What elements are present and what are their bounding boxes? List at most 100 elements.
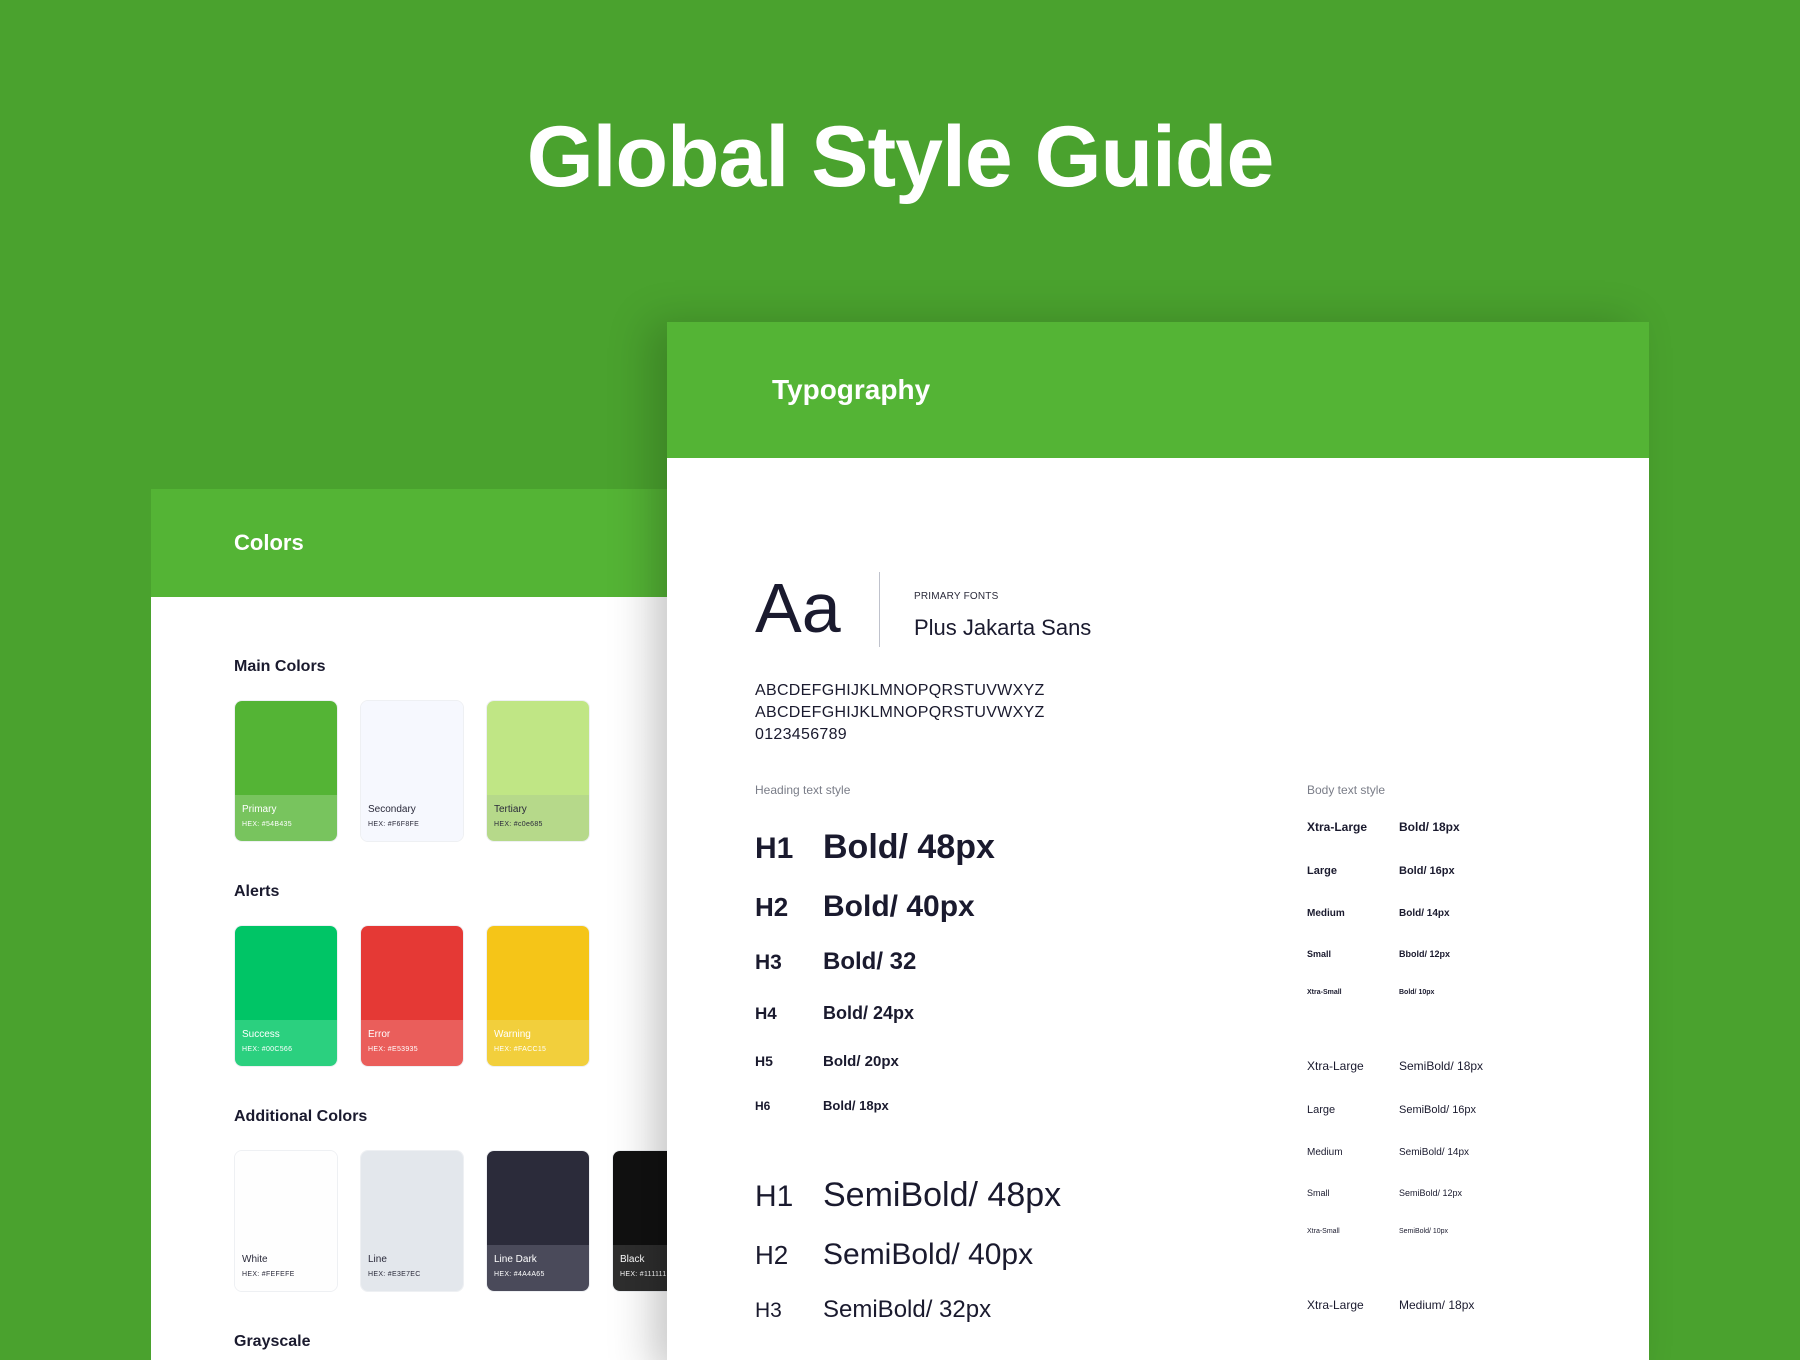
body-style-row: Medium Bold/ 14px <box>1307 908 1450 919</box>
color-swatch-secondary[interactable]: Secondary HEX: #F6F8FE <box>360 700 464 842</box>
body-style-row: Xtra-Large SemiBold/ 18px <box>1307 1059 1483 1073</box>
swatch-hex: HEX: #E53935 <box>368 1046 418 1053</box>
heading-tag: H3 <box>755 951 782 974</box>
body-style-row: Xtra-Small SemiBold/ 10px <box>1307 1228 1448 1235</box>
body-size-name: Xtra-Large <box>1307 1298 1364 1312</box>
color-swatch-success[interactable]: Success HEX: #00C566 <box>234 925 338 1067</box>
primary-font-name: Plus Jakarta Sans <box>914 615 1092 640</box>
body-style-label: Body text style <box>1307 783 1386 797</box>
primary-fonts-label: PRIMARY FONTS <box>914 591 999 602</box>
heading-tag: H1 <box>755 1180 794 1213</box>
body-size-name: Xtra-Small <box>1307 989 1342 996</box>
color-swatch-primary[interactable]: Primary HEX: #54B435 <box>234 700 338 842</box>
section-title: Grayscale <box>234 1333 311 1350</box>
page-title: Global Style Guide <box>526 109 1275 205</box>
swatch-footer: Success HEX: #00C566 <box>235 1020 337 1066</box>
swatch-fill <box>235 1151 337 1247</box>
swatch-footer: White HEX: #FEFEFE <box>235 1245 337 1291</box>
swatch-fill <box>235 701 337 797</box>
swatch-fill <box>361 1151 463 1247</box>
swatch-footer: Secondary HEX: #F6F8FE <box>361 795 463 841</box>
body-size-name: Xtra-Large <box>1307 1059 1364 1073</box>
heading-tag: H3 <box>755 1299 782 1322</box>
font-sample: Aa <box>755 569 841 647</box>
body-spec: SemiBold/ 12px <box>1399 1188 1463 1198</box>
color-swatch-error[interactable]: Error HEX: #E53935 <box>360 925 464 1067</box>
heading-tag: H4 <box>755 1004 777 1023</box>
charset-line: 0123456789 <box>755 726 847 743</box>
swatch-fill <box>487 926 589 1022</box>
swatch-footer: Primary HEX: #54B435 <box>235 795 337 841</box>
color-swatch-line-dark[interactable]: Line Dark HEX: #4A4A65 <box>486 1150 590 1292</box>
swatch-fill <box>235 926 337 1022</box>
body-style-row: Xtra-Large Bold/ 18px <box>1307 820 1460 834</box>
body-spec: Medium/ 18px <box>1399 1298 1475 1312</box>
heading-spec: SemiBold/ 48px <box>823 1176 1062 1214</box>
heading-style-row: H2 Bold/ 40px <box>755 890 975 924</box>
section-title: Additional Colors <box>234 1108 368 1125</box>
heading-spec: SemiBold/ 40px <box>823 1238 1034 1271</box>
color-swatch-white[interactable]: White HEX: #FEFEFE <box>234 1150 338 1292</box>
color-swatch-line[interactable]: Line HEX: #E3E7EC <box>360 1150 464 1292</box>
body-spec: SemiBold/ 10px <box>1399 1228 1449 1235</box>
swatch-name: Line Dark <box>494 1254 537 1265</box>
typography-card: Typography Aa PRIMARY FONTS Plus Jakarta… <box>667 322 1649 1360</box>
body-size-name: Small <box>1307 1188 1330 1198</box>
swatch-row: Primary HEX: #54B435 Secondary HEX: #F6F8FE… <box>234 700 590 842</box>
heading-style-row: H3 Bold/ 32 <box>755 948 916 976</box>
heading-style-row: H5 Bold/ 20px <box>755 1053 899 1070</box>
swatch-footer: Tertiary HEX: #c0e685 <box>487 795 589 841</box>
heading-style-row: H3 SemiBold/ 32px <box>755 1296 991 1324</box>
body-size-name: Medium <box>1307 908 1345 919</box>
body-spec: SemiBold/ 16px <box>1399 1104 1477 1116</box>
body-spec: Bold/ 14px <box>1399 908 1450 919</box>
heading-tag: H5 <box>755 1053 773 1069</box>
swatch-name: Error <box>368 1029 391 1040</box>
heading-spec: Bold/ 48px <box>823 828 995 866</box>
color-swatch-warning[interactable]: Warning HEX: #FACC15 <box>486 925 590 1067</box>
swatch-name: Warning <box>494 1029 531 1040</box>
font-divider <box>879 572 880 647</box>
heading-style-row: H6 Bold/ 18px <box>755 1098 889 1113</box>
heading-spec: Bold/ 20px <box>823 1053 899 1070</box>
heading-tag: H2 <box>755 892 789 922</box>
body-size-name: Xtra-Large <box>1307 820 1368 834</box>
body-spec: SemiBold/ 18px <box>1399 1059 1484 1073</box>
body-style-row: Small Bbold/ 12px <box>1307 949 1450 959</box>
heading-spec: Bold/ 24px <box>823 1003 915 1023</box>
color-swatch-tertiary[interactable]: Tertiary HEX: #c0e685 <box>486 700 590 842</box>
swatch-hex: HEX: #E3E7EC <box>368 1271 421 1278</box>
body-style-row: Large SemiBold/ 16px <box>1307 1104 1476 1116</box>
body-style-row: Xtra-Large Medium/ 18px <box>1307 1298 1474 1312</box>
body-spec: Bbold/ 12px <box>1399 949 1451 959</box>
swatch-hex: HEX: #c0e685 <box>494 821 543 828</box>
swatch-hex: HEX: #FACC15 <box>494 1046 547 1053</box>
heading-style-row: H1 SemiBold/ 48px <box>755 1176 1061 1215</box>
swatch-fill <box>361 926 463 1022</box>
heading-tag: H1 <box>755 832 794 865</box>
body-style-row: Small SemiBold/ 12px <box>1307 1188 1462 1198</box>
swatch-name: White <box>242 1254 268 1265</box>
body-size-name: Xtra-Small <box>1307 1228 1340 1235</box>
charset: ABCDEFGHIJKLMNOPQRSTUVWXYZ ABCDEFGHIJKLM… <box>755 680 1045 746</box>
heading-spec: Bold/ 32 <box>823 948 917 975</box>
heading-spec: SemiBold/ 32px <box>823 1296 992 1323</box>
heading-tag: H6 <box>755 1099 771 1113</box>
swatch-hex: HEX: #00C566 <box>242 1046 293 1053</box>
body-style-row: Medium SemiBold/ 14px <box>1307 1147 1469 1158</box>
heading-tag: H2 <box>755 1240 789 1270</box>
body-size-name: Large <box>1307 865 1337 877</box>
swatch-row: White HEX: #FEFEFE Line HEX: #E3E7EC Line Da… <box>234 1150 711 1292</box>
body-style-row: Xtra-Small Bold/ 10px <box>1307 989 1434 996</box>
heading-style-row: H1 Bold/ 48px <box>755 828 995 867</box>
colors-card: Colors Main Colors Primary HEX: #54B435 Sec… <box>151 489 711 1360</box>
swatch-name: Line <box>368 1254 387 1265</box>
section-title: Alerts <box>234 883 280 900</box>
heading-spec: Bold/ 40px <box>823 890 975 923</box>
swatch-row: Success HEX: #00C566 Error HEX: #E53935 Warn… <box>234 925 590 1067</box>
heading-style-row: H2 SemiBold/ 40px <box>755 1238 1033 1272</box>
swatch-fill <box>487 1151 589 1247</box>
heading-style-label: Heading text style <box>755 783 851 797</box>
swatch-name: Primary <box>242 804 277 815</box>
body-size-name: Large <box>1307 1104 1336 1116</box>
